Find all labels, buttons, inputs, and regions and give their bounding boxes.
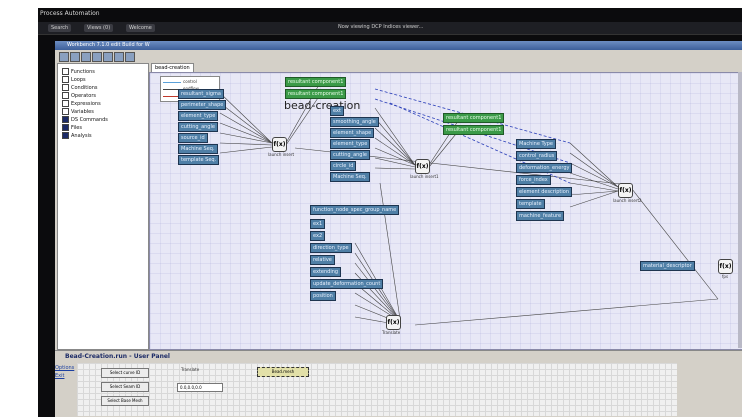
app-title: Workbench 7.1.0 edit Build for W [67, 42, 150, 48]
folder-icon [62, 84, 69, 91]
node-output[interactable]: resultant component1 [285, 89, 347, 99]
node-input[interactable]: element_type [330, 139, 371, 149]
node-input[interactable]: position [310, 291, 336, 301]
user-panel: Bead-Creation.run - User Panel Options E… [55, 350, 742, 417]
node-input[interactable]: source_id [178, 133, 208, 143]
node-input[interactable]: element description [516, 187, 573, 197]
panel-options-link[interactable]: Options [55, 365, 74, 371]
legend-control: control [163, 79, 197, 85]
user-panel-body: Select curve ID Select Seam ID Select Ba… [77, 363, 677, 416]
function-node-label: launch insert2 [613, 198, 642, 203]
node-input[interactable]: template [516, 199, 545, 209]
os-tab-welcome[interactable]: Welcome [126, 24, 155, 32]
node-input[interactable]: direction_type [310, 243, 352, 253]
functions-tree: Functions Loops Conditions Operators Exp… [57, 63, 149, 350]
node-input[interactable]: cutting_angle [330, 150, 370, 160]
node-input[interactable]: ex1 [310, 219, 326, 229]
new-icon[interactable] [59, 52, 69, 62]
function-node[interactable]: f(x) [415, 159, 430, 174]
function-node-label: Translate [382, 330, 401, 335]
node-input[interactable]: circle_id [330, 161, 357, 171]
file-icon [62, 124, 69, 131]
node-output[interactable]: resultant component1 [443, 125, 505, 135]
selected-item[interactable]: Bead.mesh [257, 367, 309, 377]
node-input[interactable]: extending [310, 267, 342, 277]
node-input[interactable]: relative [310, 255, 335, 265]
node-input[interactable]: machine_feature [516, 211, 565, 221]
canvas-scrollbar[interactable] [738, 72, 742, 348]
node-input[interactable]: element_shape [330, 128, 375, 138]
os-tabbar: Search Views (0) Welcome Now viewing DCP… [38, 22, 742, 35]
node-input[interactable]: smoothing_angle [330, 117, 379, 127]
tree-item-variables[interactable]: Variables [62, 108, 94, 115]
open-icon[interactable] [70, 52, 80, 62]
folder-icon [62, 76, 69, 83]
select-curve-button[interactable]: Select curve ID [101, 368, 149, 378]
translate-input[interactable]: 0.0,0.0,0.0 [177, 383, 223, 392]
function-node-label: launch insert [268, 152, 295, 157]
function-node[interactable]: f(x) [386, 315, 401, 330]
folder-icon [62, 108, 69, 115]
translate-label: Translate [181, 367, 200, 372]
tree-item-files[interactable]: Files [62, 124, 82, 131]
node-input[interactable]: Machine Seq. [330, 172, 370, 182]
node-input[interactable]: resultant_sigma [178, 89, 224, 99]
tree-item-functions[interactable]: Functions [62, 68, 95, 75]
os-tab-search[interactable]: Search [48, 24, 72, 32]
select-seam-button[interactable]: Select Seam ID [101, 382, 149, 392]
desktop-screen: Process Automation Search Views (0) Welc… [38, 8, 742, 417]
tree-item-ds-commands[interactable]: DS Commands [62, 116, 108, 123]
node-input[interactable]: force_index [516, 175, 551, 185]
os-title: Process Automation [40, 10, 100, 17]
zoom-icon[interactable] [114, 52, 124, 62]
function-node[interactable]: f(x) [718, 259, 733, 274]
node-input[interactable]: control_radius [516, 151, 558, 161]
function-node-label: fps [722, 274, 729, 279]
os-tab-views[interactable]: Views (0) [84, 24, 114, 32]
settings-icon[interactable] [125, 52, 135, 62]
os-status-text: Now viewing DCP Indices viewer... [338, 24, 424, 30]
tree-item-expressions[interactable]: Expressions [62, 100, 101, 107]
user-panel-title: Bead-Creation.run - User Panel [65, 353, 170, 360]
node-input[interactable]: update_deformation_count [310, 279, 384, 289]
function-node-label: launch insert1 [410, 174, 439, 179]
select-base-mesh-button[interactable]: Select Base Mesh [101, 396, 149, 406]
node-input[interactable]: deformation_energy [516, 163, 573, 173]
node-input[interactable]: perimeter_shape [178, 100, 227, 110]
function-node[interactable]: f(x) [618, 183, 633, 198]
panel-exit-link[interactable]: Exit [55, 373, 64, 379]
node-input[interactable]: material_descriptor [640, 261, 695, 271]
analysis-icon [62, 132, 69, 139]
tree-item-loops[interactable]: Loops [62, 76, 86, 83]
app-titlebar: Workbench 7.1.0 edit Build for W [55, 41, 742, 50]
canvas-title: bead-creation [284, 99, 361, 112]
node-input[interactable]: element_type [178, 111, 219, 121]
node-input[interactable]: Machine Type [516, 139, 557, 149]
node-input[interactable]: Machine Seq. [178, 144, 218, 154]
command-icon [62, 116, 69, 123]
stop-icon[interactable] [103, 52, 113, 62]
tree-item-conditions[interactable]: Conditions [62, 84, 97, 91]
flow-canvas[interactable]: control endflow user input bead-creation… [149, 72, 742, 350]
node-input[interactable]: function_node_spec_group_name [310, 205, 400, 215]
node-input[interactable]: template Seq. [178, 155, 220, 165]
node-output[interactable]: resultant component1 [443, 113, 505, 123]
tree-item-analysis[interactable]: Analysis [62, 132, 92, 139]
toolbar [55, 51, 742, 62]
save-icon[interactable] [81, 52, 91, 62]
node-input[interactable]: cutting_angle [178, 122, 218, 132]
node-input[interactable]: ext [330, 106, 344, 116]
folder-icon [62, 68, 69, 75]
folder-icon [62, 92, 69, 99]
node-input[interactable]: ex2 [310, 231, 326, 241]
workbench-window: Workbench 7.1.0 edit Build for W Functio… [55, 41, 742, 417]
run-icon[interactable] [92, 52, 102, 62]
function-node[interactable]: f(x) [272, 137, 287, 152]
node-output[interactable]: resultant component1 [285, 77, 347, 87]
tree-item-operators[interactable]: Operators [62, 92, 96, 99]
folder-icon [62, 100, 69, 107]
